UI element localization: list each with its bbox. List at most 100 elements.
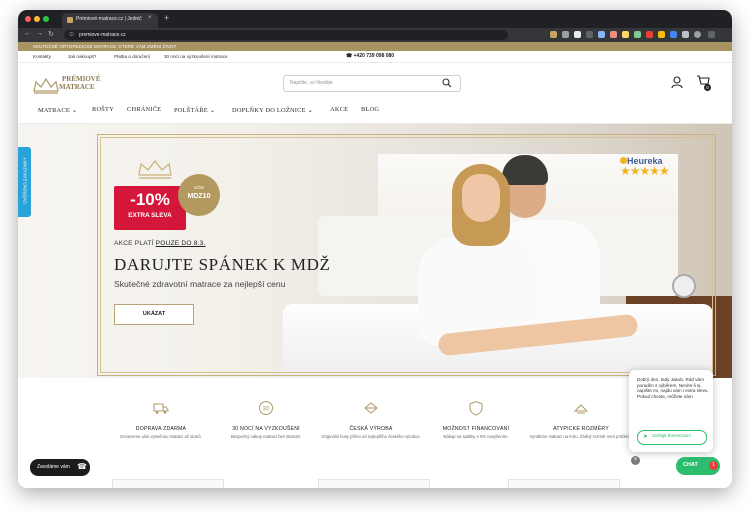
extension-icon[interactable] (658, 31, 665, 38)
show-button[interactable]: UKÁZAT (114, 304, 194, 325)
chat-close-icon[interactable]: × (631, 456, 640, 465)
feature-title: MOŽNOST FINANCOVÁNÍ (442, 426, 510, 432)
menu-item-mattresses[interactable]: MATRACE ⌄ (38, 106, 77, 114)
product-card-top[interactable] (318, 479, 430, 488)
browser-tab-bar: Prémiové-matrace.cz | Jednič... × + (18, 10, 732, 28)
feature-desc: Nákup na splátky s 0% navýšením. (443, 434, 509, 439)
main-menu: MATRACE ⌄ ROŠTY CHRÁNIČE POLŠTÁŘE ⌄ DOPL… (18, 99, 732, 124)
feature-30-nights: 30 30 NOCÍ NA VYZKOUŠENÍ Bezpečný nákup … (214, 400, 318, 439)
back-icon[interactable]: ← (24, 30, 31, 37)
verified-reviews-label: OVĚŘENO ZÁKAZNÍKY (22, 157, 28, 204)
feature-financing: MOŽNOST FINANCOVÁNÍ Nákup na splátky s 0… (424, 400, 528, 439)
top-link-payment-delivery[interactable]: Platba a doručení (114, 54, 150, 59)
chat-message: Dobrý den, tady Jakub. Rád vám poradím s… (637, 377, 709, 400)
feature-desc: Dovezeme vám vysněnou matraci až domů. (120, 434, 202, 439)
menu-label: POLŠTÁŘE (174, 107, 208, 114)
logo-text-line1[interactable]: PRÉMIOVÉ (62, 75, 101, 83)
search-input[interactable]: Napište, co hledáte (290, 80, 333, 86)
chat-bubble-button[interactable]: CHAT 1 (676, 457, 720, 475)
forward-icon[interactable]: → (36, 30, 43, 37)
maximize-window-button[interactable] (43, 16, 49, 22)
search-icon[interactable] (442, 78, 452, 88)
feature-desc: Originální kusy přímo od nejlepšího česk… (321, 434, 421, 439)
new-tab-button[interactable]: + (164, 14, 169, 23)
ruler-icon (573, 404, 589, 414)
top-link-how-to-buy[interactable]: Jak nakoupit? (68, 54, 96, 59)
offer-validity: AKCE PLATÍ POUZE DO 8.3. (114, 240, 206, 247)
phone-icon: ☎ (346, 53, 354, 59)
chevron-down-icon: ⌄ (71, 107, 78, 114)
feature-title: ČESKÁ VÝROBA (349, 426, 393, 432)
verified-reviews-tab[interactable]: OVĚŘENO ZÁKAZNÍKY (18, 147, 31, 217)
top-link-contacts[interactable]: Kontakty (33, 54, 51, 59)
phone-text: +420 739 098 080 (353, 53, 395, 59)
extension-icon[interactable] (586, 31, 593, 38)
extension-icon[interactable] (574, 31, 581, 38)
menu-item-pillows[interactable]: POLŠTÁŘE ⌄ (174, 106, 215, 114)
product-card-top[interactable] (112, 479, 224, 488)
menu-item-blog[interactable]: BLOG (361, 106, 379, 113)
start-conversation-button[interactable]: ➤ Zahájit konverzaci (637, 430, 707, 445)
rating-stars: ★★★★★ (620, 164, 670, 178)
chat-unread-badge: 1 (709, 461, 718, 470)
close-window-button[interactable] (25, 16, 31, 22)
chat-popup: Dobrý den, tady Jakub. Rád vám poradím s… (629, 370, 713, 452)
product-card-top[interactable] (508, 479, 620, 488)
profile-avatar[interactable] (694, 31, 701, 38)
top-links-bar: Kontakty Jak nakoupit? Platba a doručení… (18, 51, 732, 63)
tab-close-icon[interactable]: × (148, 15, 152, 21)
more-menu-icon[interactable] (708, 31, 715, 38)
minimize-window-button[interactable] (34, 16, 40, 22)
extra-discount-label: EXTRA SLEVA (128, 212, 172, 219)
phone-number[interactable]: ☎ +420 739 098 080 (346, 53, 394, 59)
top-link-trial[interactable]: 30 nocí na vyzkoušení matrace (164, 54, 228, 59)
feature-atypical-sizes: ATYPICKÉ ROZMĚRY Vyrobíme matraci na mír… (529, 400, 633, 439)
hero-subtitle: Skutečné zdravotní matrace za nejlepší c… (114, 279, 286, 289)
30-nights-icon: 30 (259, 401, 273, 415)
code-label: KÓD (194, 185, 204, 190)
extension-icon[interactable] (670, 31, 677, 38)
browser-tab[interactable]: Prémiové-matrace.cz | Jednič... × (62, 13, 158, 28)
chevron-down-icon: ⌄ (209, 107, 216, 114)
cart-count-badge: 0 (704, 84, 711, 91)
menu-item-protectors[interactable]: CHRÁNIČE (127, 106, 161, 113)
extension-icon[interactable] (610, 31, 617, 38)
extension-icon[interactable] (598, 31, 605, 38)
favicon-icon (67, 17, 73, 23)
address-bar[interactable]: ⊙ premiove-matrace.cz (64, 30, 508, 40)
user-icon[interactable] (670, 75, 684, 89)
site-header: PRÉMIOVÉ MATRACE Napište, co hledáte 0 (18, 63, 732, 99)
features-section: DOPRAVA ZDARMA Dovezeme vám vysněnou mat… (18, 378, 732, 488)
promo-text: SKUTEČNĚ ORTOPEDICKÉ MATRACE, KTERÉ VÁM … (33, 44, 177, 49)
show-button-label: UKÁZAT (142, 311, 166, 317)
shield-icon (469, 400, 483, 416)
crown-logo-icon[interactable] (32, 77, 60, 95)
menu-item-bedroom-accessories[interactable]: DOPLŇKY DO LOŽNICE ⌄ (232, 106, 313, 114)
hero-title: DARUJTE SPÁNEK K MDŽ (114, 255, 331, 274)
logo-text-line2[interactable]: MATRACE (59, 83, 95, 91)
extension-icon[interactable] (646, 31, 653, 38)
promo-bar: SKUTEČNĚ ORTOPEDICKÉ MATRACE, KTERÉ VÁM … (18, 42, 732, 51)
discount-code-badge: KÓD MDZ10 (178, 174, 220, 216)
callback-label: Zavoláme vám (37, 464, 70, 470)
phone-icon: ☎ (77, 462, 87, 471)
extension-icon[interactable] (634, 31, 641, 38)
search-box[interactable]: Napište, co hledáte (283, 75, 461, 92)
start-conversation-label: Zahájit konverzaci (652, 434, 691, 439)
reload-icon[interactable]: ↻ (48, 30, 54, 38)
extension-icon[interactable] (550, 31, 557, 38)
menu-label: MATRACE (38, 107, 70, 114)
feature-title: DOPRAVA ZDARMA (135, 426, 187, 432)
hero-banner[interactable]: -10% EXTRA SLEVA KÓD MDZ10 AKCE PLATÍ PO… (18, 124, 732, 378)
callback-button[interactable]: Zavoláme vám ☎ (30, 459, 90, 476)
extension-icon[interactable] (562, 31, 569, 38)
menu-item-sale[interactable]: AKCE (330, 106, 348, 113)
extension-icon[interactable] (622, 31, 629, 38)
discount-badge: -10% EXTRA SLEVA (114, 186, 186, 230)
czech-production-icon (364, 402, 378, 414)
extension-icon[interactable] (682, 31, 689, 38)
menu-item-slats[interactable]: ROŠTY (92, 106, 114, 113)
chat-label: CHAT (683, 462, 698, 468)
validity-date: POUZE DO 8.3. (155, 240, 206, 247)
feature-czech-made: ČESKÁ VÝROBA Originální kusy přímo od ne… (319, 400, 423, 439)
